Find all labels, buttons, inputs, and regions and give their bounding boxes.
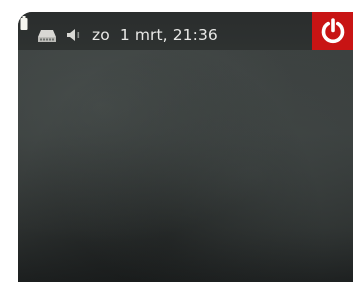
battery-indicator[interactable]: [20, 16, 28, 30]
desktop-screen: zo 1 mrt, 21:36: [18, 12, 353, 282]
clock-day: zo: [92, 26, 110, 44]
clock-indicator[interactable]: zo 1 mrt, 21:36: [92, 24, 218, 46]
power-button[interactable]: [312, 12, 353, 50]
network-indicator[interactable]: [38, 30, 56, 42]
top-panel: zo 1 mrt, 21:36: [18, 12, 353, 50]
sound-indicator[interactable]: [66, 27, 82, 43]
speaker-icon: [66, 27, 82, 43]
clock-date-time: 1 mrt, 21:36: [119, 26, 218, 44]
power-icon: [320, 18, 346, 44]
battery-icon: [20, 16, 28, 30]
network-icon: [38, 30, 56, 42]
